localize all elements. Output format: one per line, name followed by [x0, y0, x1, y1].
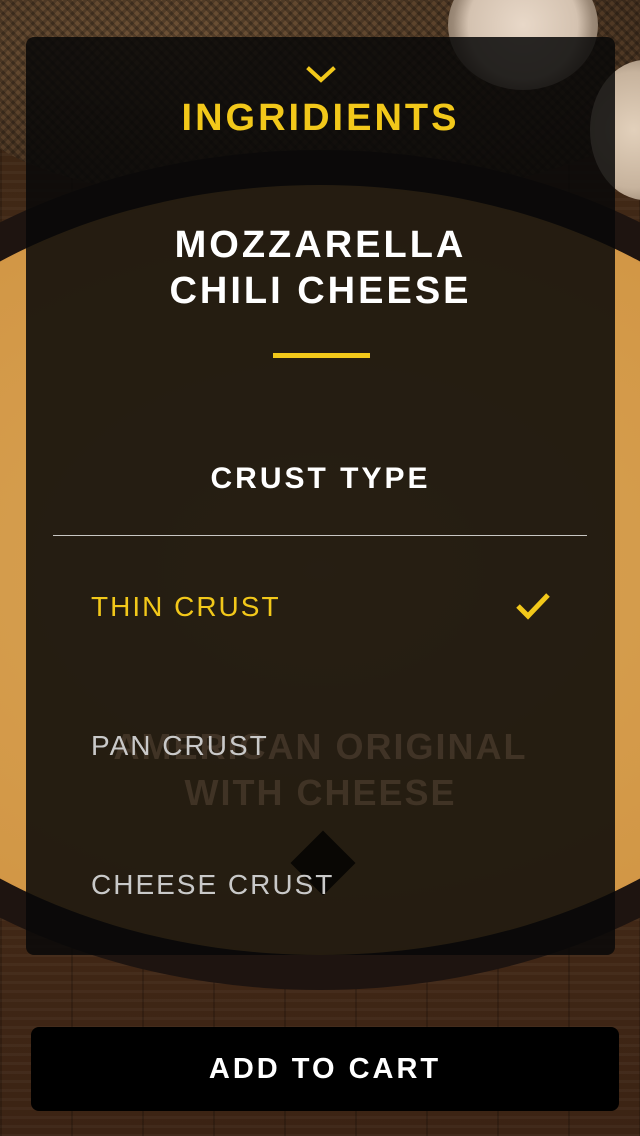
- chevron-down-icon[interactable]: [305, 64, 337, 86]
- checkmark-icon: [516, 593, 550, 620]
- crust-type-heading: CRUST TYPE: [210, 462, 431, 495]
- crust-option-thin[interactable]: THIN CRUST: [53, 577, 587, 637]
- pizza-name-line2: CHILI CHEESE: [169, 270, 472, 312]
- crust-option-label: CHEESE CRUST: [91, 869, 335, 900]
- accent-divider: [273, 353, 370, 358]
- crust-option-label: PAN CRUST: [91, 730, 269, 761]
- pizza-name-line1: MOZZARELLA: [174, 224, 467, 266]
- section-title: INGRIDIENTS: [181, 97, 460, 139]
- crust-option-pan[interactable]: PAN CRUST: [53, 716, 587, 776]
- crust-option-cheese[interactable]: CHEESE CRUST: [53, 855, 587, 915]
- background-title-line2: WITH CHEESE: [184, 772, 457, 813]
- crust-option-label: THIN CRUST: [91, 591, 281, 622]
- crust-divider: [53, 535, 587, 536]
- pizza-name: MOZZARELLA CHILI CHEESE: [26, 222, 615, 314]
- screen: AMERICAN ORIGINAL WITH CHEESE INGRIDIENT…: [0, 0, 640, 1136]
- ingredients-panel: [26, 37, 615, 955]
- add-to-cart-button[interactable]: ADD TO CART: [31, 1027, 619, 1111]
